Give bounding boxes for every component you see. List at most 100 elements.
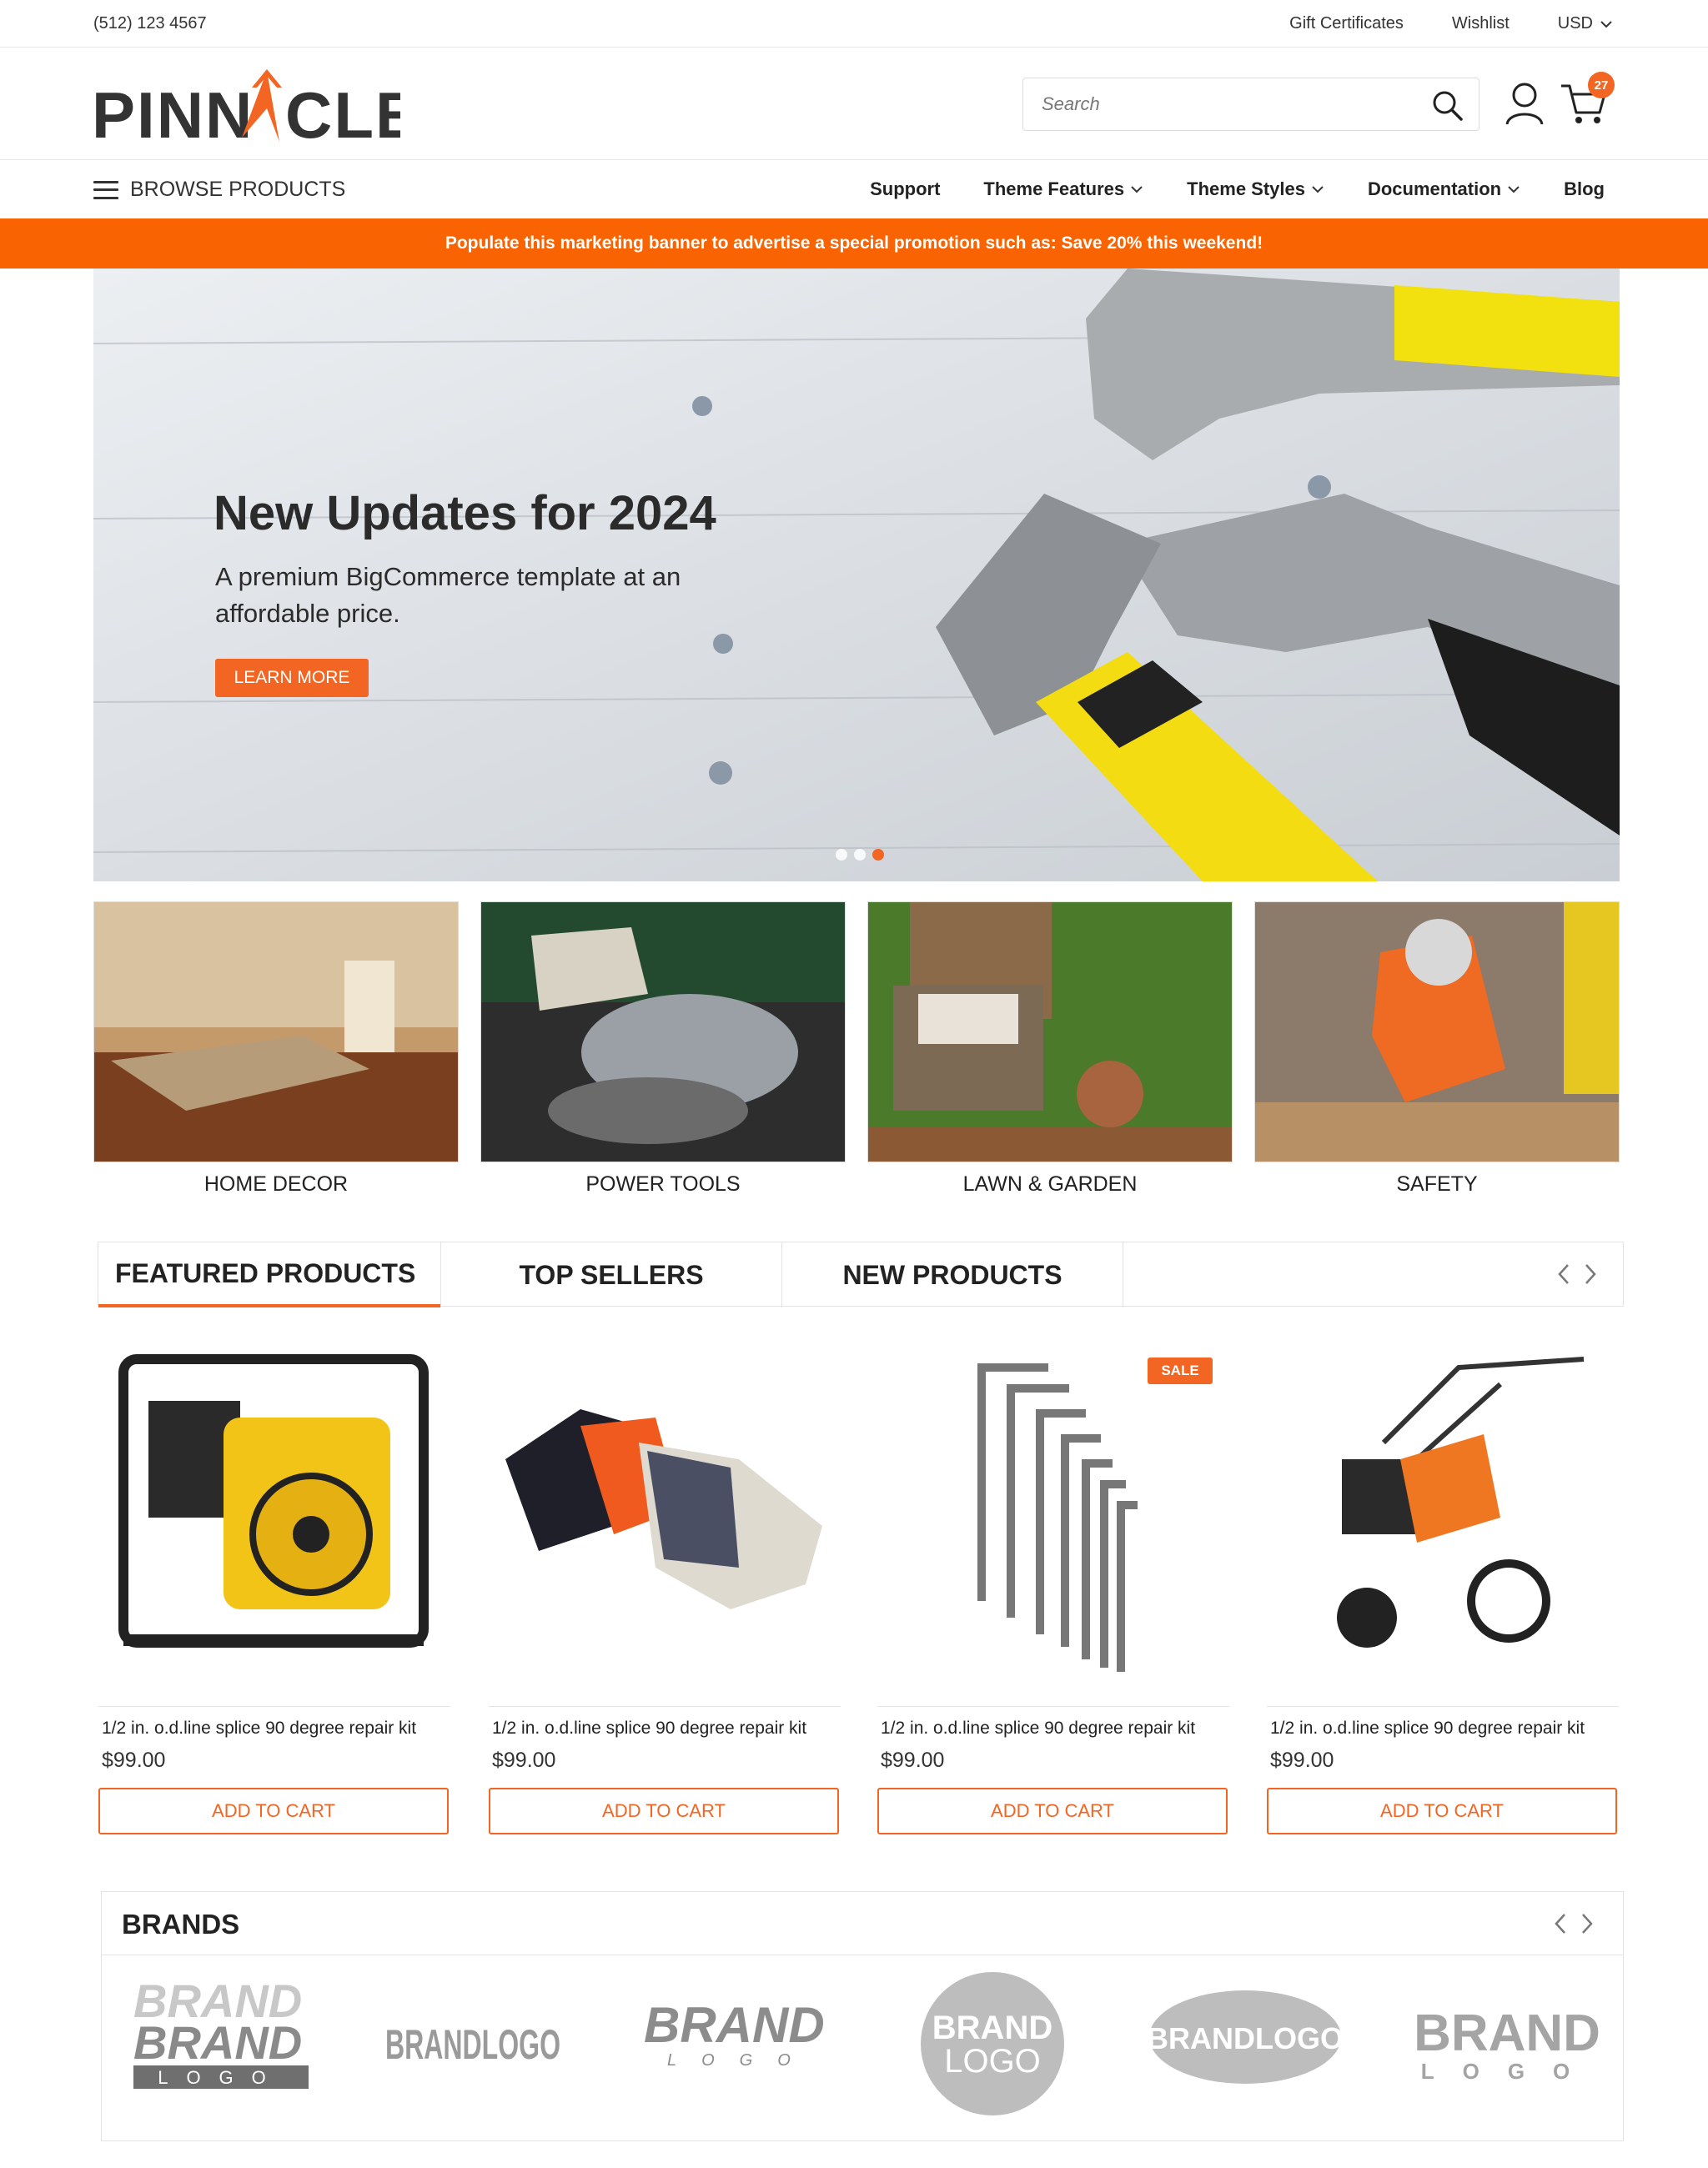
chevron-right-icon[interactable]	[1580, 1912, 1595, 1935]
product-name[interactable]: 1/2 in. o.d.line splice 90 degree repair…	[98, 1719, 450, 1739]
brand-logo-6[interactable]: BRAND LOGO	[1411, 1975, 1603, 2100]
svg-text:BRAND: BRAND	[644, 1997, 825, 2053]
nav-item-label: Theme Features	[983, 178, 1125, 199]
nav-item-documentation[interactable]: Documentation	[1368, 178, 1520, 200]
svg-text:CLE: CLE	[285, 78, 400, 152]
category-lawn-garden[interactable]: LAWN & GARDEN	[867, 901, 1233, 1197]
svg-text:LOGO: LOGO	[667, 2051, 816, 2070]
category-label: HOME DECOR	[203, 1172, 349, 1196]
brand-logo-4[interactable]: BRAND LOGO	[917, 1972, 1068, 2122]
svg-text:BRAND: BRAND	[932, 2010, 1052, 2046]
svg-text:BRANDLOGO: BRANDLOGO	[1149, 2021, 1344, 2055]
chevron-down-icon	[1312, 186, 1324, 193]
cart-count-badge: 27	[1588, 72, 1615, 98]
nav-item-support[interactable]: Support	[870, 178, 940, 200]
brand-logo-5[interactable]: BRANDLOGO	[1149, 1990, 1349, 2090]
nav-item-label: Documentation	[1367, 178, 1502, 199]
svg-text:PINN: PINN	[92, 78, 254, 152]
currency-selector[interactable]: USD	[1558, 14, 1613, 33]
browse-products-button[interactable]: BROWSE PRODUCTS	[93, 178, 345, 202]
product-price: $99.00	[1270, 1749, 1334, 1772]
add-to-cart-button[interactable]: ADD TO CART	[1267, 1788, 1617, 1834]
tab-arrows	[1556, 1262, 1598, 1286]
chevron-left-icon[interactable]	[1553, 1912, 1568, 1935]
divider	[98, 1706, 450, 1707]
chevron-down-icon	[1508, 186, 1520, 193]
slide-dot[interactable]	[836, 849, 847, 861]
product-image-hex-keys[interactable]	[877, 1334, 1229, 1701]
site-logo[interactable]: PINN CLE	[92, 63, 400, 154]
hero-subtitle: A premium BigCommerce template at an aff…	[215, 562, 681, 628]
hero-title: New Updates for 2024	[214, 486, 716, 540]
svg-text:LOGO: LOGO	[158, 2067, 284, 2088]
account-icon[interactable]	[1504, 81, 1545, 126]
product-card[interactable]: 1/2 in. o.d.line splice 90 degree repair…	[98, 1334, 450, 1834]
brands-title: BRANDS	[122, 1909, 240, 1940]
add-to-cart-button[interactable]: ADD TO CART	[489, 1788, 839, 1834]
learn-more-button[interactable]: LEARN MORE	[215, 659, 369, 697]
chevron-down-icon	[1600, 20, 1612, 28]
product-tabs: FEATURED PRODUCTS TOP SELLERS NEW PRODUC…	[98, 1242, 1624, 1307]
utility-links: Gift Certificates Wishlist USD	[1289, 14, 1613, 33]
category-image	[1254, 901, 1620, 1162]
hero-slider: New Updates for 2024 A premium BigCommer…	[93, 268, 1620, 881]
wishlist-link[interactable]: Wishlist	[1452, 14, 1510, 33]
product-card[interactable]: 1/2 in. o.d.line splice 90 degree repair…	[1267, 1334, 1619, 1834]
category-image	[93, 901, 459, 1162]
sale-badge: SALE	[1148, 1358, 1213, 1384]
product-name[interactable]: 1/2 in. o.d.line splice 90 degree repair…	[877, 1719, 1229, 1739]
category-home-decor[interactable]: HOME DECOR	[93, 901, 459, 1197]
category-image	[480, 901, 846, 1162]
nav-item-theme-styles[interactable]: Theme Styles	[1187, 178, 1324, 200]
brand-logo-1[interactable]: BRAND BRAND LOGO	[133, 1975, 317, 2100]
chevron-right-icon[interactable]	[1583, 1262, 1598, 1286]
utility-bar: (512) 123 4567 Gift Certificates Wishlis…	[0, 0, 1708, 48]
phone-number[interactable]: (512) 123 4567	[93, 14, 207, 33]
browse-products-label: BROWSE PRODUCTS	[130, 178, 346, 201]
tab-new-products[interactable]: NEW PRODUCTS	[782, 1242, 1123, 1307]
category-power-tools[interactable]: POWER TOOLS	[480, 901, 846, 1197]
product-name[interactable]: 1/2 in. o.d.line splice 90 degree repair…	[1267, 1719, 1619, 1739]
tab-top-sellers[interactable]: TOP SELLERS	[441, 1242, 781, 1307]
product-name[interactable]: 1/2 in. o.d.line splice 90 degree repair…	[489, 1719, 841, 1739]
category-image	[867, 901, 1233, 1162]
tab-featured-products[interactable]: FEATURED PRODUCTS	[98, 1242, 440, 1307]
product-card[interactable]: 1/2 in. o.d.line splice 90 degree repair…	[877, 1334, 1229, 1834]
product-price: $99.00	[881, 1749, 945, 1772]
category-label: SAFETY	[1396, 1172, 1478, 1196]
nav-item-theme-features[interactable]: Theme Features	[983, 178, 1143, 200]
product-image-tiller[interactable]	[1267, 1334, 1619, 1701]
nav-item-label: Theme Styles	[1187, 178, 1305, 199]
brand-logo-3[interactable]: BRAND LOGO	[644, 1975, 836, 2100]
divider	[489, 1706, 841, 1707]
site-header: PINN CLE	[0, 48, 1708, 160]
product-image-gloves[interactable]	[489, 1334, 841, 1701]
product-price: $99.00	[492, 1749, 556, 1772]
product-image-generator[interactable]	[98, 1334, 450, 1701]
nav-item-blog[interactable]: Blog	[1564, 178, 1605, 200]
category-label: POWER TOOLS	[585, 1172, 741, 1196]
brands-header: BRANDS	[102, 1892, 1623, 1955]
gift-certificates-link[interactable]: Gift Certificates	[1289, 14, 1404, 33]
brands-section: BRANDS BRAND BRAND LOGO BRANDLOGO BRAND …	[101, 1891, 1624, 2141]
divider	[877, 1706, 1229, 1707]
search-icon[interactable]	[1430, 88, 1464, 122]
slider-dots	[836, 849, 884, 861]
divider	[1267, 1706, 1619, 1707]
slide-dot-active[interactable]	[872, 849, 884, 861]
promo-banner[interactable]: Populate this marketing banner to advert…	[0, 218, 1708, 268]
add-to-cart-button[interactable]: ADD TO CART	[98, 1788, 449, 1834]
svg-text:BRAND: BRAND	[1414, 2005, 1600, 2062]
chevron-down-icon	[1131, 186, 1143, 193]
brand-logo-2[interactable]: BRANDLOGO	[385, 1975, 569, 2100]
product-card[interactable]: 1/2 in. o.d.line splice 90 degree repair…	[489, 1334, 841, 1834]
product-price: $99.00	[102, 1749, 166, 1772]
category-safety[interactable]: SAFETY	[1254, 901, 1620, 1197]
category-label: LAWN & GARDEN	[962, 1172, 1138, 1196]
brand-arrows	[1553, 1912, 1595, 1935]
add-to-cart-button[interactable]: ADD TO CART	[877, 1788, 1228, 1834]
search-input[interactable]	[1023, 78, 1390, 130]
slide-dot[interactable]	[854, 849, 866, 861]
search-box	[1022, 78, 1479, 131]
chevron-left-icon[interactable]	[1556, 1262, 1571, 1286]
